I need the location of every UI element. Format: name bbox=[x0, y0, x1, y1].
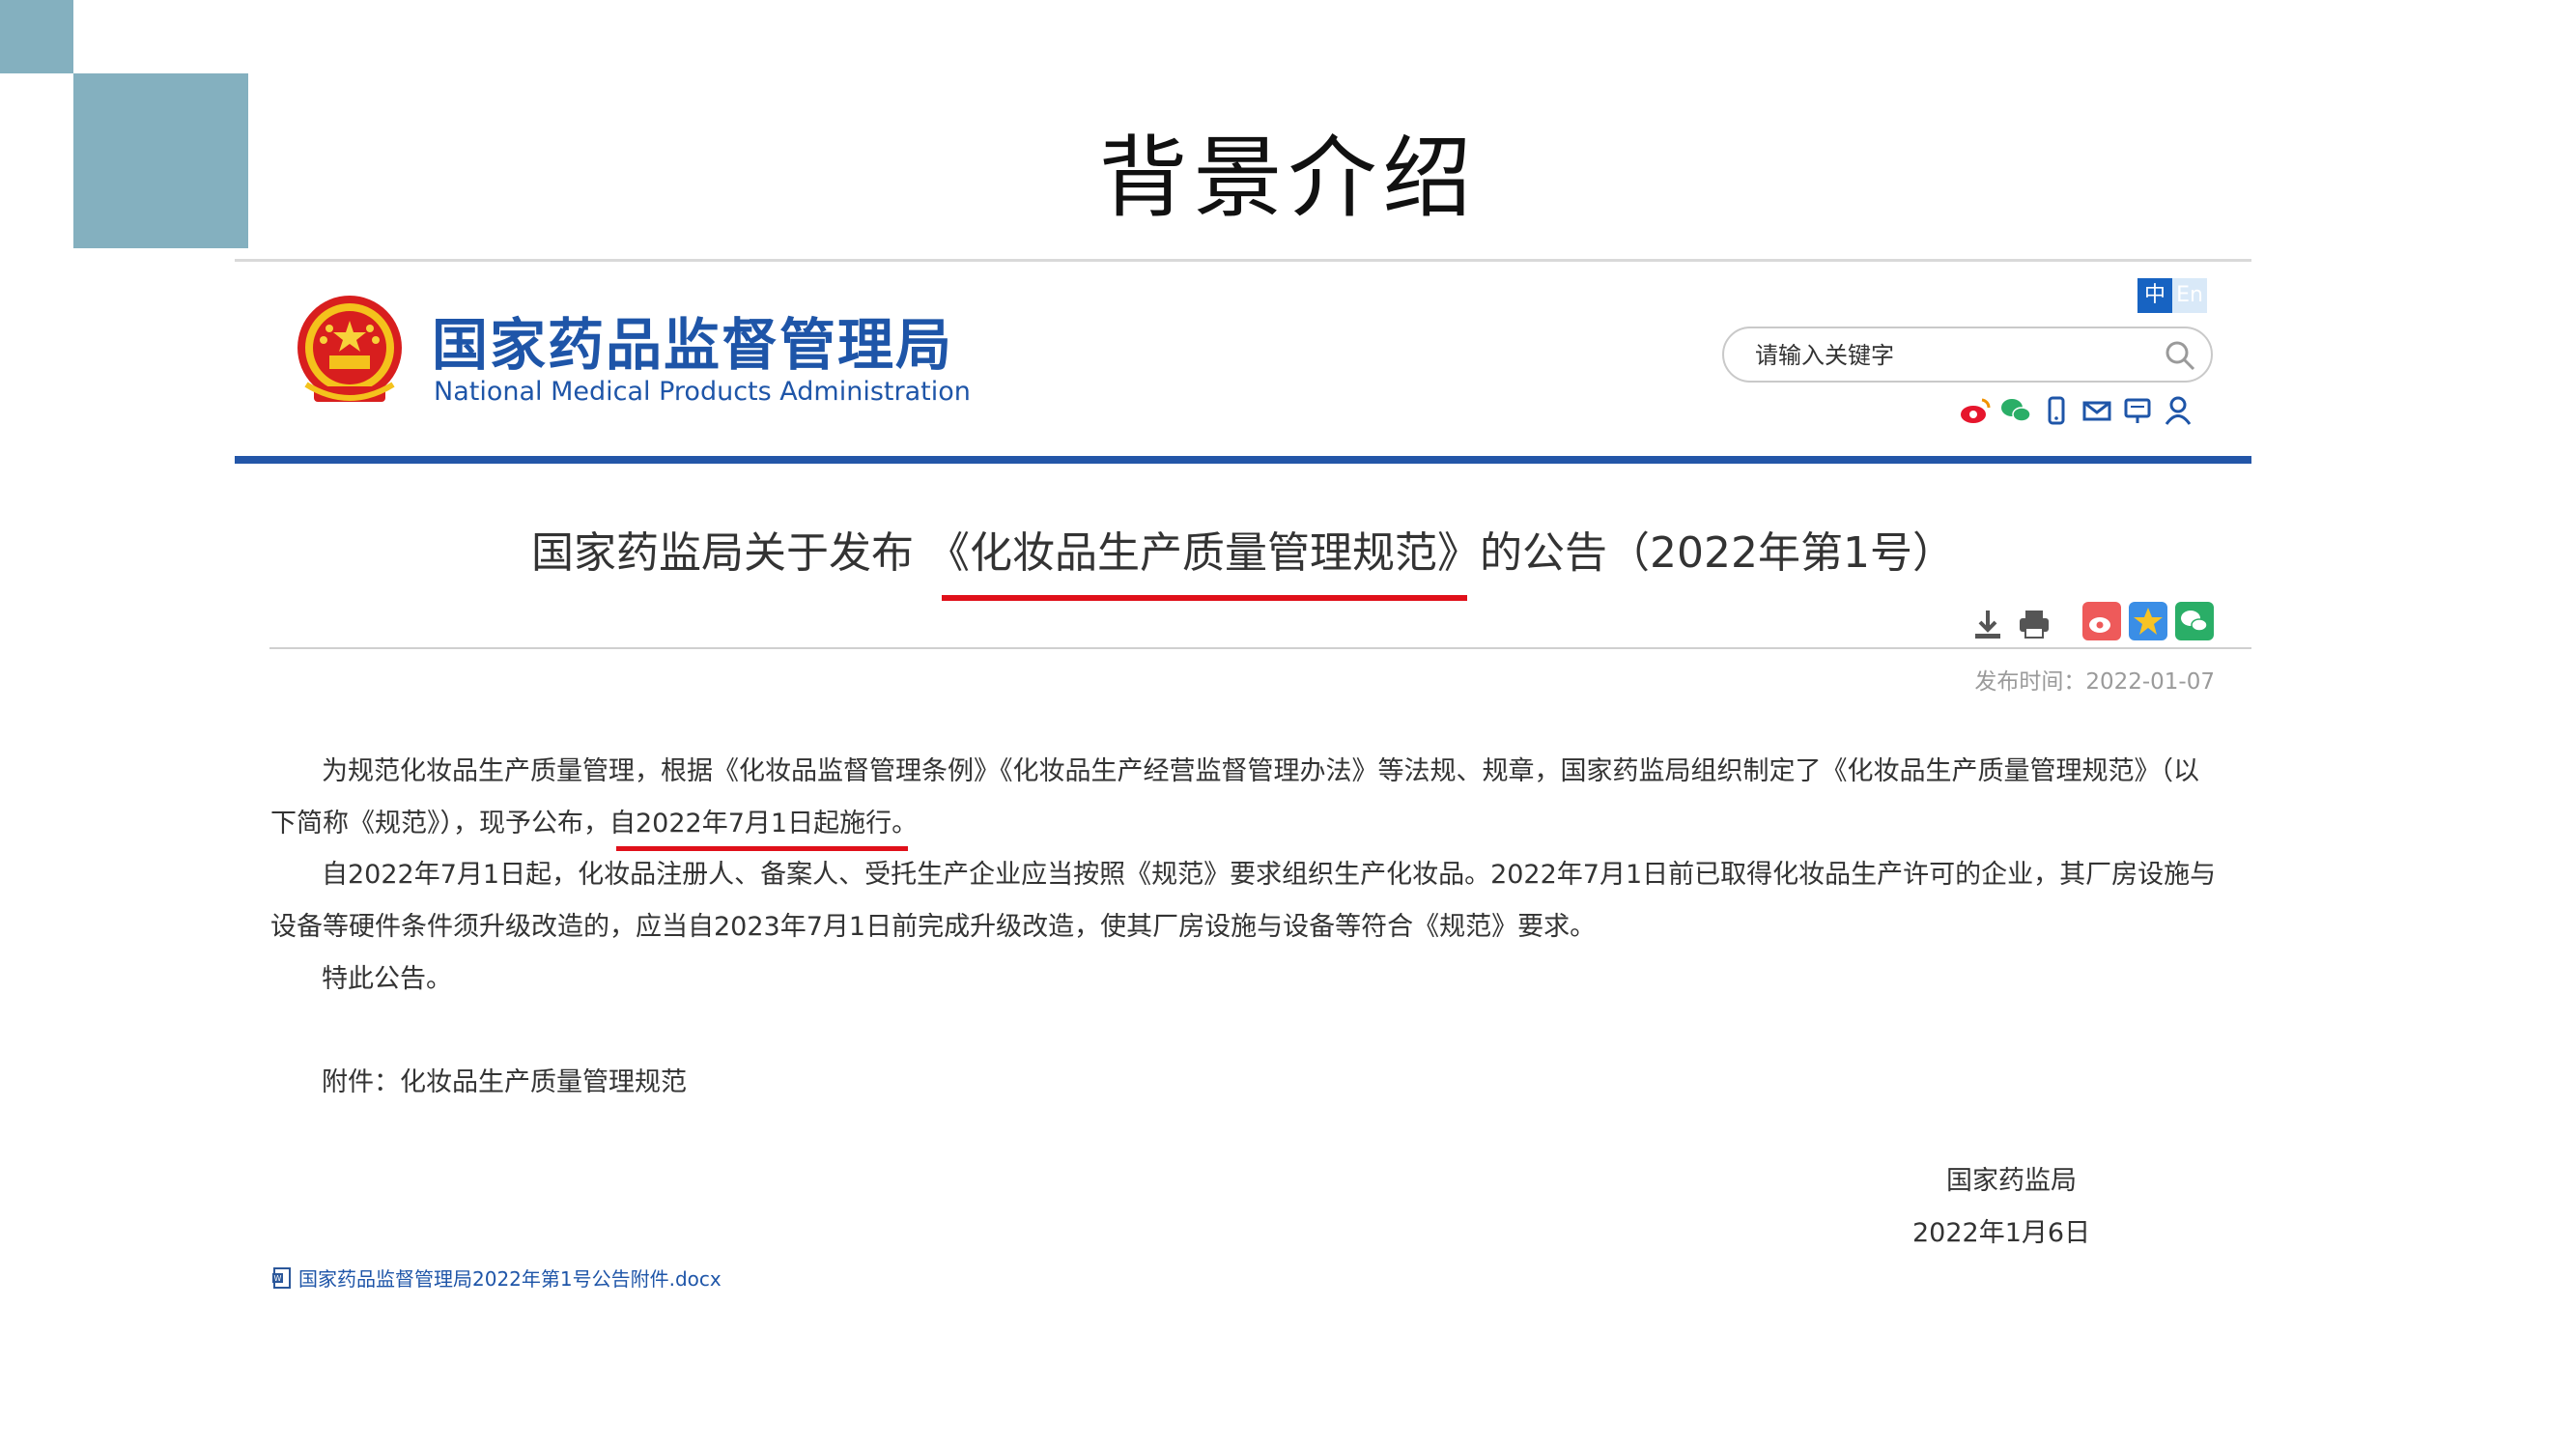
decor-square-small bbox=[0, 0, 73, 73]
national-emblem-icon bbox=[297, 296, 402, 402]
site-name-en: National Medical Products Administration bbox=[434, 377, 971, 407]
paragraph-1-line-2: 下简称《规范》），现予公布，自2022年7月1日起施行。 bbox=[270, 809, 919, 838]
share-wechat-icon[interactable] bbox=[2175, 602, 2214, 640]
mail-icon[interactable] bbox=[2081, 394, 2113, 427]
download-icon[interactable] bbox=[1969, 605, 2006, 643]
svg-text:W: W bbox=[274, 1274, 282, 1283]
header-divider bbox=[235, 456, 2251, 464]
paragraph-2-line-1: 自2022年7月1日起，化妆品注册人、备案人、受托生产企业应当按照《规范》要求组… bbox=[322, 860, 2217, 890]
user-icon[interactable] bbox=[2162, 394, 2194, 427]
paragraph-1-line-1: 为规范化妆品生产质量管理，根据《化妆品监督管理条例》《化妆品生产经营监督管理办法… bbox=[322, 756, 2199, 786]
wechat-icon[interactable] bbox=[1999, 394, 2032, 427]
share-favorite-icon[interactable] bbox=[2129, 602, 2167, 640]
search-input[interactable] bbox=[1753, 336, 2143, 375]
article-headline: 国家药监局关于发布 《化妆品生产质量管理规范》的公告（2022年第1号） bbox=[531, 528, 1955, 578]
share-weibo-icon[interactable] bbox=[2082, 602, 2121, 640]
headline-highlight-underline bbox=[942, 595, 1467, 601]
signature-date: 2022年1月6日 bbox=[1912, 1218, 2091, 1248]
slide-title: 背景介绍 bbox=[1098, 127, 1478, 230]
site-name-cn: 国家药品监督管理局 bbox=[432, 312, 954, 378]
search-box bbox=[1722, 327, 2213, 383]
language-switch: 中 En bbox=[2137, 278, 2207, 313]
search-icon[interactable] bbox=[2163, 338, 2197, 373]
top-divider bbox=[235, 259, 2251, 262]
social-icons bbox=[1959, 394, 2194, 427]
lang-zh-button[interactable]: 中 bbox=[2137, 278, 2172, 313]
article-tools bbox=[1969, 605, 2052, 643]
headline-divider bbox=[269, 647, 2251, 649]
weibo-icon[interactable] bbox=[1959, 394, 1992, 427]
signature-org: 国家药监局 bbox=[1946, 1166, 2077, 1196]
lang-en-button[interactable]: En bbox=[2172, 278, 2207, 313]
print-icon[interactable] bbox=[2016, 605, 2052, 643]
attachment-file-name: 国家药品监督管理局2022年第1号公告附件.docx bbox=[298, 1267, 722, 1291]
attachment-label: 附件：化妆品生产质量管理规范 bbox=[322, 1067, 687, 1097]
paragraph-3: 特此公告。 bbox=[322, 964, 452, 994]
attachment-file-link[interactable]: W 国家药品监督管理局2022年第1号公告附件.docx bbox=[271, 1264, 722, 1292]
share-tools bbox=[2082, 602, 2214, 640]
webpage-screenshot: 国家药品监督管理局 National Medical Products Admi… bbox=[235, 259, 2251, 1321]
mobile-icon[interactable] bbox=[2040, 394, 2073, 427]
word-doc-icon: W bbox=[272, 1266, 291, 1289]
paragraph-2-line-2: 设备等硬件条件须升级改造的，应当自2023年7月1日前完成升级改造，使其厂房设施… bbox=[270, 912, 1597, 942]
feedback-icon[interactable] bbox=[2121, 394, 2154, 427]
publish-time: 发布时间：2022-01-07 bbox=[1974, 669, 2215, 695]
